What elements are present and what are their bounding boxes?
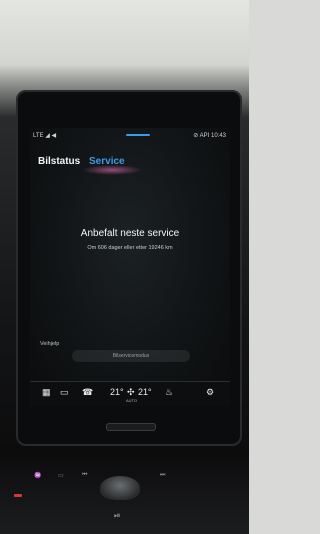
service-info: Anbefalt neste service Om 606 dager elle… — [30, 228, 230, 251]
service-mode-button[interactable]: Bilservicemodus — [72, 350, 190, 362]
previous-track-icon[interactable]: ⏮ — [82, 472, 87, 479]
volume-knob[interactable] — [100, 476, 140, 500]
climate-bar: ▦ ▭ ☎ 21° ✣ AUTO 21° ♨ ⚙ — [30, 381, 230, 406]
settings-gear-icon[interactable]: ⚙ — [206, 387, 214, 398]
status-bar: LTE ◢ ◀ ⊘ API 10:43 — [30, 130, 230, 142]
air-vent — [106, 423, 156, 431]
defrost-icon[interactable]: ♒ — [34, 472, 41, 479]
signal-status: LTE ◢ ◀ — [33, 133, 57, 139]
camera-icon[interactable]: ▭ — [60, 387, 69, 398]
left-temp[interactable]: 21° — [110, 387, 124, 397]
tab-bilstatus[interactable]: Bilstatus — [38, 156, 80, 167]
next-track-icon[interactable]: ⏭ — [160, 472, 165, 479]
roadside-assistance-link[interactable]: Veihjelp — [40, 341, 59, 347]
rear-defrost-icon[interactable]: ▭ — [58, 472, 64, 479]
pull-down-handle[interactable] — [126, 134, 150, 136]
phone-icon[interactable]: ☎ — [82, 387, 93, 398]
home-grid-icon[interactable]: ▦ — [42, 387, 51, 398]
service-heading: Anbefalt neste service — [80, 228, 180, 239]
fan-icon[interactable]: ✣ — [127, 387, 135, 398]
service-subtext: Om 606 dager eller etter 19246 km — [87, 245, 173, 251]
light-reflection — [82, 165, 142, 175]
auto-label: AUTO — [126, 398, 138, 403]
hazard-indicator — [14, 494, 22, 497]
right-temp[interactable]: 21° — [138, 387, 152, 397]
status-time: ⊘ API 10:43 — [193, 133, 226, 139]
seat-heat-icon[interactable]: ♨ — [165, 387, 173, 398]
play-pause-icon[interactable]: ⏯ — [114, 511, 120, 521]
